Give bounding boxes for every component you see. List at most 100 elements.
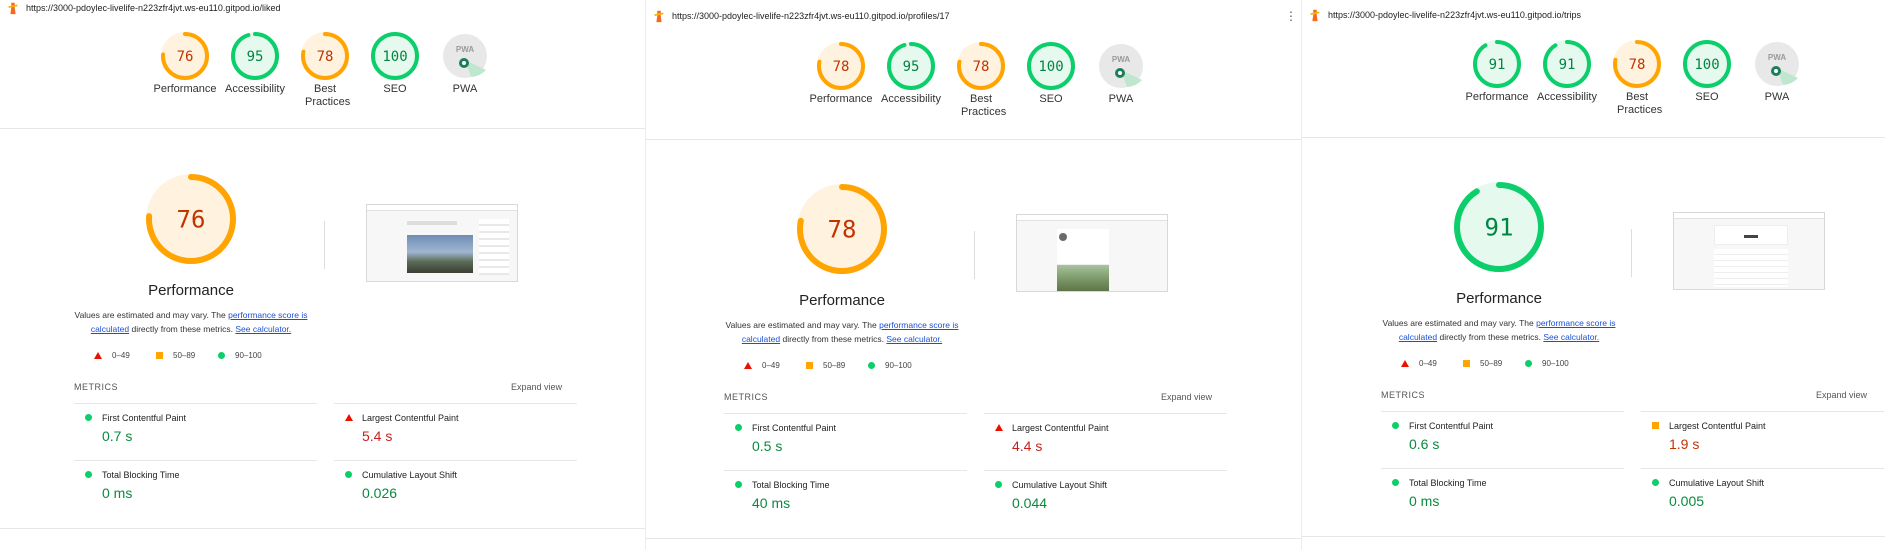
divider bbox=[1302, 137, 1885, 138]
pass-indicator-icon bbox=[1392, 422, 1399, 429]
category-gauges: 78 Performance 95 Accessibility 78 Best Pract… bbox=[806, 42, 1156, 119]
performance-heading: Performance bbox=[799, 292, 885, 309]
gauge-label: Accessibility bbox=[225, 83, 285, 95]
performance-heading: Performance bbox=[1456, 290, 1542, 307]
gauge-performance[interactable]: 76 Performance bbox=[150, 32, 220, 109]
category-gauge-icon: 91 bbox=[1543, 40, 1591, 88]
url-bar: https://3000-pdoylec-livelife-n223zfr4jv… bbox=[1302, 7, 1885, 23]
performance-gauge-icon: 78 bbox=[797, 184, 887, 274]
metrics-title: METRICS bbox=[74, 382, 118, 392]
legend-fail: 0–49 bbox=[1401, 359, 1463, 368]
expand-view-button[interactable]: Expand view bbox=[511, 382, 562, 392]
average-square-icon bbox=[806, 362, 813, 369]
legend-fail-label: 0–49 bbox=[762, 361, 780, 370]
gauge-accessibility[interactable]: 91 Accessibility bbox=[1532, 40, 1602, 117]
metric-largest-contentful-paint: Largest Contentful Paint 4.4 s bbox=[984, 413, 1227, 460]
legend-average-label: 50–89 bbox=[823, 361, 846, 370]
legend-average: 50–89 bbox=[156, 351, 218, 360]
category-gauge-icon: PWA bbox=[1755, 42, 1799, 86]
pwa-badge-text: PWA bbox=[456, 45, 474, 54]
metric-first-contentful-paint: First Contentful Paint 0.6 s bbox=[1381, 411, 1624, 458]
lighthouse-report-profile: https://3000-pdoylec-livelife-n223zfr4jv… bbox=[645, 0, 1301, 550]
gauge-label: Performance bbox=[809, 93, 873, 105]
gauge-best-practices[interactable]: 78 Best Practices bbox=[1602, 40, 1672, 117]
vertical-divider bbox=[1631, 229, 1632, 277]
gauge-accessibility[interactable]: 95 Accessibility bbox=[876, 42, 946, 119]
pwa-badge-dot-center bbox=[1118, 71, 1122, 75]
metric-total-blocking-time: Total Blocking Time 0 ms bbox=[1381, 468, 1624, 515]
expand-view-button[interactable]: Expand view bbox=[1816, 390, 1867, 400]
see-calculator-link[interactable]: See calculator. bbox=[235, 324, 291, 334]
lighthouse-logo-icon bbox=[1310, 9, 1320, 22]
average-square-icon bbox=[156, 352, 163, 359]
bottom-divider bbox=[646, 538, 1301, 539]
category-score: 100 bbox=[1038, 59, 1063, 75]
report-url[interactable]: https://3000-pdoylec-livelife-n223zfr4jv… bbox=[1328, 10, 1581, 20]
legend-pass: 90–100 bbox=[868, 361, 930, 370]
metric-name: Largest Contentful Paint bbox=[362, 413, 459, 423]
gauge-seo[interactable]: 100 SEO bbox=[360, 32, 430, 109]
page-screenshot-thumbnail[interactable] bbox=[1016, 214, 1168, 292]
metric-value: 0.026 bbox=[362, 485, 398, 501]
gauge-pwa[interactable]: PWA PWA bbox=[430, 32, 500, 109]
metric-cumulative-layout-shift: Cumulative Layout Shift 0.044 bbox=[984, 470, 1227, 517]
category-score: 91 bbox=[1559, 57, 1576, 73]
expand-view-button[interactable]: Expand view bbox=[1161, 392, 1212, 402]
metrics-title: METRICS bbox=[1381, 390, 1425, 400]
category-gauge-icon: 78 bbox=[301, 32, 349, 80]
gauge-best-practices[interactable]: 78 Best Practices bbox=[290, 32, 360, 109]
gauge-pwa[interactable]: PWA PWA bbox=[1742, 40, 1812, 117]
gauge-pwa[interactable]: PWA PWA bbox=[1086, 42, 1156, 119]
metric-value: 0.5 s bbox=[752, 438, 783, 454]
pwa-badge-text: PWA bbox=[1768, 53, 1786, 62]
metric-value: 0.6 s bbox=[1409, 436, 1440, 452]
gauge-accessibility[interactable]: 95 Accessibility bbox=[220, 32, 290, 109]
metric-value: 4.4 s bbox=[1012, 438, 1043, 454]
metric-value: 0.005 bbox=[1669, 493, 1705, 509]
page-screenshot-thumbnail[interactable] bbox=[1673, 212, 1825, 290]
report-url[interactable]: https://3000-pdoylec-livelife-n223zfr4jv… bbox=[672, 11, 950, 21]
pass-indicator-icon bbox=[735, 424, 742, 431]
lighthouse-logo-icon bbox=[8, 2, 18, 15]
pass-circle-icon bbox=[1525, 360, 1532, 367]
see-calculator-link[interactable]: See calculator. bbox=[886, 334, 942, 344]
legend-fail-label: 0–49 bbox=[112, 351, 130, 360]
report-url[interactable]: https://3000-pdoylec-livelife-n223zfr4jv… bbox=[26, 3, 280, 13]
metric-name: First Contentful Paint bbox=[1409, 421, 1494, 431]
score-description: Values are estimated and may vary. The p… bbox=[722, 318, 962, 346]
category-gauges: 91 Performance 91 Accessibility 78 Best Pract… bbox=[1462, 40, 1812, 117]
metric-value: 5.4 s bbox=[362, 428, 393, 444]
metric-name: First Contentful Paint bbox=[102, 413, 187, 423]
bottom-divider bbox=[1302, 536, 1885, 537]
legend-average-label: 50–89 bbox=[173, 351, 196, 360]
category-gauge-icon: 100 bbox=[1027, 42, 1075, 90]
gauge-performance[interactable]: 91 Performance bbox=[1462, 40, 1532, 117]
see-calculator-link[interactable]: See calculator. bbox=[1543, 332, 1599, 342]
gauge-performance[interactable]: 78 Performance bbox=[806, 42, 876, 119]
divider bbox=[0, 128, 645, 129]
gauge-label: Performance bbox=[1465, 91, 1529, 103]
pwa-badge-text: PWA bbox=[1112, 55, 1130, 64]
gauge-label: Best Practices bbox=[305, 83, 351, 108]
gauge-seo[interactable]: 100 SEO bbox=[1016, 42, 1086, 119]
category-score: 100 bbox=[1694, 57, 1719, 73]
fail-indicator-icon bbox=[995, 424, 1003, 431]
score-legend: 0–49 50–89 90–100 bbox=[94, 351, 280, 360]
category-gauges: 76 Performance 95 Accessibility 78 Best Pract… bbox=[150, 32, 500, 109]
vertical-divider bbox=[974, 231, 975, 279]
gauge-best-practices[interactable]: 78 Best Practices bbox=[946, 42, 1016, 119]
gauge-seo[interactable]: 100 SEO bbox=[1672, 40, 1742, 117]
metric-name: Total Blocking Time bbox=[1409, 478, 1487, 488]
category-score: 91 bbox=[1489, 57, 1506, 73]
gauge-label: Performance bbox=[153, 83, 217, 95]
desc-middle: directly from these metrics. bbox=[1437, 332, 1544, 342]
page-screenshot-thumbnail[interactable] bbox=[366, 204, 518, 282]
metric-name: Cumulative Layout Shift bbox=[1012, 480, 1108, 490]
category-gauge-icon: 78 bbox=[1613, 40, 1661, 88]
desc-middle: directly from these metrics. bbox=[129, 324, 236, 334]
category-score: 78 bbox=[317, 49, 334, 65]
gauge-label: SEO bbox=[383, 83, 407, 95]
pass-indicator-icon bbox=[85, 471, 92, 478]
more-options-icon[interactable]: ⋮ bbox=[1285, 9, 1297, 23]
score-description: Values are estimated and may vary. The p… bbox=[1379, 316, 1619, 344]
